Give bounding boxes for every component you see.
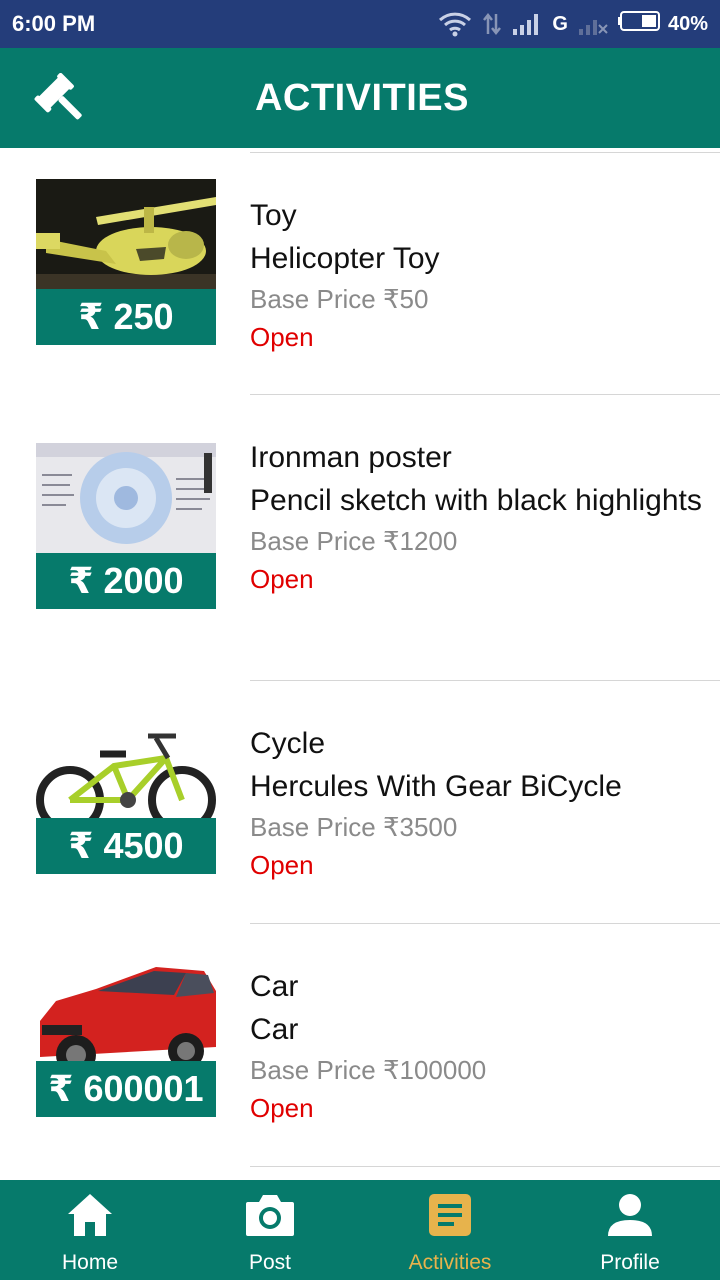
gavel-icon[interactable] [34, 72, 90, 125]
item-title: Ironman poster [250, 441, 452, 474]
profile-icon [606, 1192, 654, 1243]
divider [250, 680, 720, 681]
item-status: Open [250, 322, 314, 352]
item-base-price: Base Price ₹3500 [250, 812, 458, 842]
nav-post[interactable]: Post [180, 1180, 360, 1280]
divider [250, 394, 720, 395]
item-info[interactable]: Car Car Base Price ₹100000 Open [250, 965, 710, 1127]
nav-profile[interactable]: Profile [540, 1180, 720, 1280]
item-thumbnail[interactable]: ₹ 2000 [36, 443, 216, 609]
data-transfer-icon [482, 12, 502, 36]
battery: 40% [617, 10, 708, 38]
signal-icon [512, 13, 542, 35]
current-price: 2000 [103, 560, 184, 601]
item-title: Toy [250, 199, 297, 232]
status-icons: G 40% [438, 10, 708, 38]
nav-activities[interactable]: Activities [360, 1180, 540, 1280]
nav-label: Activities [408, 1251, 492, 1274]
rupee-icon: ₹ [48, 1068, 74, 1109]
item-base-price: Base Price ₹1200 [250, 526, 458, 556]
divider [250, 152, 720, 153]
item-base-price: Base Price ₹100000 [250, 1055, 487, 1085]
rupee-icon: ₹ [68, 560, 94, 601]
item-description: Helicopter Toy [250, 242, 440, 275]
item-thumbnail[interactable]: ₹ 250 [36, 179, 216, 345]
current-price: 250 [113, 296, 174, 337]
item-info[interactable]: Ironman poster Pencil sketch with black … [250, 436, 710, 598]
page-title: ACTIVITIES [254, 76, 470, 119]
item-thumbnail[interactable]: ₹ 4500 [36, 708, 216, 874]
camera-icon [244, 1192, 296, 1243]
nav-home[interactable]: Home [0, 1180, 180, 1280]
item-description: Car [250, 1013, 299, 1046]
status-bar: 6:00 PM G 40% [0, 0, 720, 48]
item-thumbnail[interactable]: ₹ 600001 [36, 951, 216, 1117]
nav-label: Post [248, 1251, 292, 1274]
item-status: Open [250, 1093, 314, 1123]
battery-icon [617, 10, 662, 38]
wifi-icon [438, 11, 472, 37]
divider [250, 923, 720, 924]
app-bar: ACTIVITIES [0, 48, 720, 148]
activities-list[interactable]: ₹ 250 Toy Helicopter Toy Base Price ₹50 … [0, 148, 720, 1180]
divider [250, 1166, 720, 1167]
bottom-navigation: Home Post Activities Profile [0, 1180, 720, 1280]
item-status: Open [250, 564, 314, 594]
status-time: 6:00 PM [12, 11, 96, 36]
home-icon [66, 1192, 114, 1243]
item-status: Open [250, 850, 314, 880]
item-description: Hercules With Gear BiCycle [250, 770, 622, 803]
item-info[interactable]: Toy Helicopter Toy Base Price ₹50 Open [250, 194, 710, 356]
current-price: 600001 [83, 1068, 204, 1109]
rupee-icon: ₹ [68, 825, 94, 866]
current-price: 4500 [103, 825, 184, 866]
rupee-icon: ₹ [78, 296, 104, 337]
activities-icon [428, 1192, 472, 1243]
nav-label: Profile [600, 1251, 660, 1274]
price-tag: ₹ 600001 [36, 1061, 216, 1117]
network-type: G [552, 12, 568, 35]
price-tag: ₹ 250 [36, 289, 216, 345]
price-tag: ₹ 4500 [36, 818, 216, 874]
nav-label: Home [61, 1251, 119, 1274]
item-title: Car [250, 970, 299, 1003]
item-info[interactable]: Cycle Hercules With Gear BiCycle Base Pr… [250, 722, 710, 884]
item-base-price: Base Price ₹50 [250, 284, 429, 314]
price-tag: ₹ 2000 [36, 553, 216, 609]
no-signal-icon [578, 13, 608, 35]
item-description: Pencil sketch with black highlights [250, 484, 702, 517]
battery-level: 40% [667, 12, 708, 35]
item-title: Cycle [250, 727, 326, 760]
